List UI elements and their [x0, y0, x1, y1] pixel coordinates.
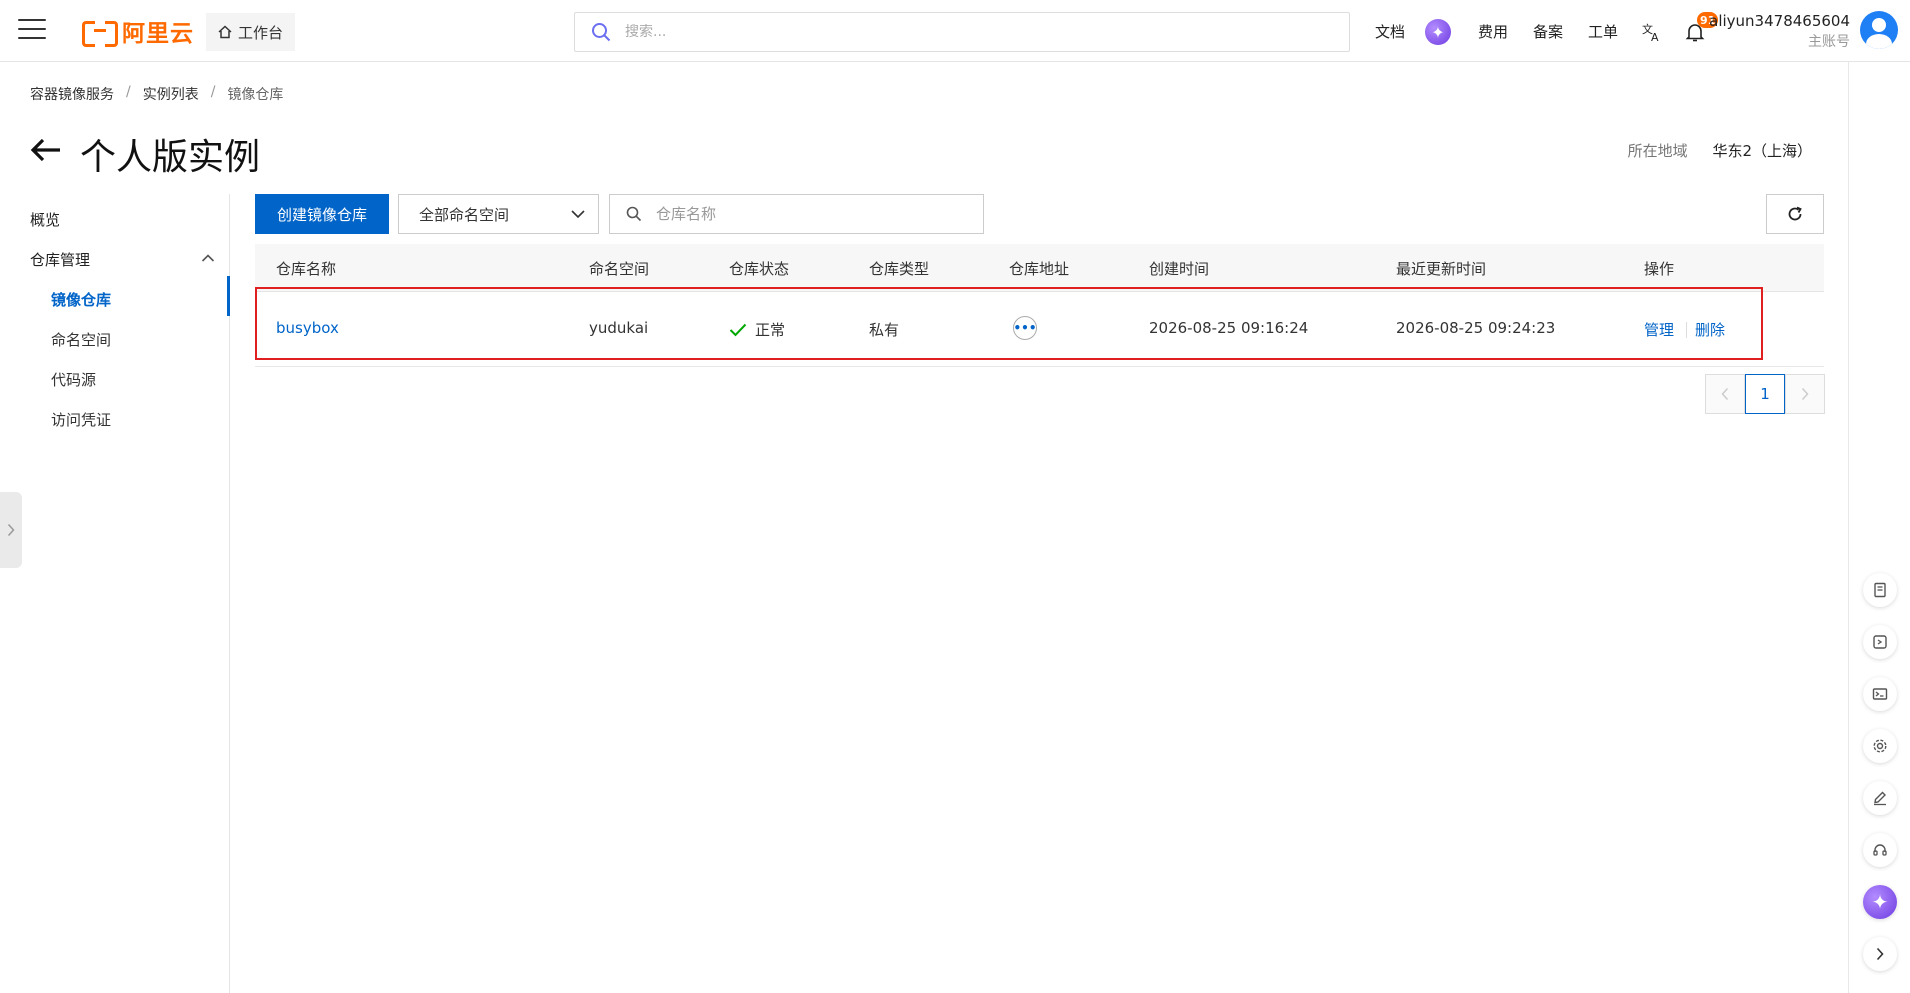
table-row: busybox yudukai 正常 私有 ••• 2026-08-25 09:…	[255, 292, 1824, 367]
sidebar-active-indicator	[227, 276, 230, 316]
col-created-time: 创建时间	[1149, 260, 1210, 278]
create-repo-button[interactable]: 创建镜像仓库	[255, 194, 389, 234]
page-number-button[interactable]: 1	[1745, 374, 1785, 414]
region-value: 华东2（上海）	[1712, 142, 1812, 160]
repo-created-time: 2026-08-25 09:16:24	[1149, 319, 1309, 337]
search-icon	[592, 23, 611, 42]
sidebar-item-namespaces[interactable]: 命名空间	[51, 329, 111, 350]
support-headset-icon[interactable]	[1863, 833, 1897, 867]
sidebar: 概览 仓库管理 镜像仓库 命名空间 代码源 访问凭证	[0, 194, 230, 993]
api-icon[interactable]	[1863, 625, 1897, 659]
breadcrumb-image-repos: 镜像仓库	[227, 87, 284, 103]
prev-page-button[interactable]	[1705, 374, 1745, 414]
aliyun-logo-mark	[82, 19, 118, 47]
back-arrow-icon[interactable]	[29, 136, 63, 164]
edit-icon[interactable]	[1863, 781, 1897, 815]
manage-link[interactable]: 管理	[1644, 319, 1674, 340]
breadcrumb-instance-list[interactable]: 实例列表	[143, 84, 199, 104]
col-repo-name: 仓库名称	[276, 260, 337, 278]
sidebar-item-code-source[interactable]: 代码源	[51, 369, 96, 390]
ai-assistant-icon[interactable]: ✦	[1425, 19, 1451, 45]
refresh-icon	[1788, 206, 1802, 221]
search-icon	[626, 206, 642, 222]
workbench-label: 工作台	[238, 23, 284, 42]
breadcrumb-container-registry[interactable]: 容器镜像服务	[30, 84, 114, 104]
page-title: 个人版实例	[80, 137, 261, 178]
breadcrumb: 容器镜像服务 / 实例列表 / 镜像仓库	[30, 84, 283, 104]
repo-status-text: 正常	[755, 321, 786, 339]
col-repo-address: 仓库地址	[1009, 260, 1070, 278]
chevron-right-icon	[1801, 387, 1809, 401]
namespace-select[interactable]: 全部命名空间	[398, 194, 599, 234]
right-tool-rail: ✦	[1848, 62, 1910, 993]
chevron-down-icon	[571, 210, 585, 219]
user-account[interactable]: aliyun3478465604 主账号	[1709, 10, 1850, 52]
billing-link[interactable]: 费用	[1478, 21, 1508, 42]
repo-status: 正常	[729, 319, 785, 340]
col-actions: 操作	[1644, 260, 1675, 278]
sidebar-item-access-credentials[interactable]: 访问凭证	[51, 409, 111, 430]
repo-address-more-icon[interactable]: •••	[1013, 316, 1037, 340]
repo-table: 仓库名称 命名空间 仓库状态 仓库类型 仓库地址 创建时间 最近更新时间 操作 …	[255, 244, 1824, 367]
repo-namespace: yudukai	[589, 319, 649, 337]
col-repo-status: 仓库状态	[729, 260, 790, 278]
repo-updated-time: 2026-08-25 09:24:23	[1396, 319, 1556, 337]
logo-text: 阿里云	[122, 21, 194, 47]
col-namespace: 命名空间	[589, 260, 650, 278]
settings-gear-icon[interactable]	[1863, 729, 1897, 763]
aliyun-logo[interactable]: 阿里云	[82, 17, 194, 47]
notes-icon[interactable]	[1863, 573, 1897, 607]
refresh-button[interactable]	[1766, 194, 1824, 234]
region-info: 所在地域 华东2（上海）	[1628, 140, 1812, 161]
menu-icon[interactable]	[18, 19, 46, 41]
next-page-button[interactable]	[1785, 374, 1825, 414]
chevron-right-icon[interactable]	[1863, 937, 1897, 971]
namespace-select-value: 全部命名空间	[419, 205, 510, 224]
breadcrumb-separator: /	[126, 84, 131, 100]
chevron-right-icon	[7, 523, 15, 537]
sidebar-item-image-repos[interactable]: 镜像仓库	[51, 289, 111, 310]
breadcrumb-separator: /	[210, 84, 216, 100]
sidebar-item-overview[interactable]: 概览	[30, 209, 60, 230]
col-repo-type: 仓库类型	[869, 260, 930, 278]
sidebar-group-repo-management[interactable]: 仓库管理	[30, 249, 90, 270]
account-role: 主账号	[1808, 34, 1850, 50]
region-label: 所在地域	[1627, 142, 1688, 160]
repo-name-link[interactable]: busybox	[276, 319, 339, 337]
chevron-left-icon	[1721, 387, 1729, 401]
chevron-up-icon[interactable]	[201, 253, 215, 263]
terminal-icon[interactable]	[1863, 677, 1897, 711]
ticket-link[interactable]: 工单	[1588, 21, 1618, 42]
avatar[interactable]	[1860, 11, 1898, 49]
global-search-input[interactable]	[625, 24, 1305, 40]
repo-name-filter[interactable]	[609, 194, 984, 234]
repo-name-input[interactable]	[656, 205, 956, 223]
svg-text:A: A	[1651, 31, 1659, 43]
language-icon[interactable]: 文A	[1642, 21, 1664, 43]
check-icon	[729, 323, 747, 336]
top-navigation-bar: 阿里云 工作台 文档 ✦ 费用 备案 工单 文A 91 aliyun347846…	[0, 0, 1910, 62]
home-icon	[218, 25, 232, 39]
workbench-button[interactable]: 工作台	[206, 13, 296, 51]
username: aliyun3478465604	[1709, 12, 1850, 30]
sidebar-toggle[interactable]	[0, 492, 22, 568]
delete-link[interactable]: 删除	[1695, 319, 1725, 340]
pagination: 1	[1705, 374, 1825, 414]
table-header: 仓库名称 命名空间 仓库状态 仓库类型 仓库地址 创建时间 最近更新时间 操作	[255, 244, 1824, 292]
action-divider	[1686, 322, 1687, 338]
docs-link[interactable]: 文档	[1375, 21, 1405, 42]
global-search[interactable]	[574, 12, 1350, 52]
col-updated-time: 最近更新时间	[1396, 260, 1487, 278]
icp-filing-link[interactable]: 备案	[1533, 21, 1563, 42]
ai-assistant-icon[interactable]: ✦	[1863, 885, 1897, 919]
repo-type: 私有	[869, 321, 900, 339]
